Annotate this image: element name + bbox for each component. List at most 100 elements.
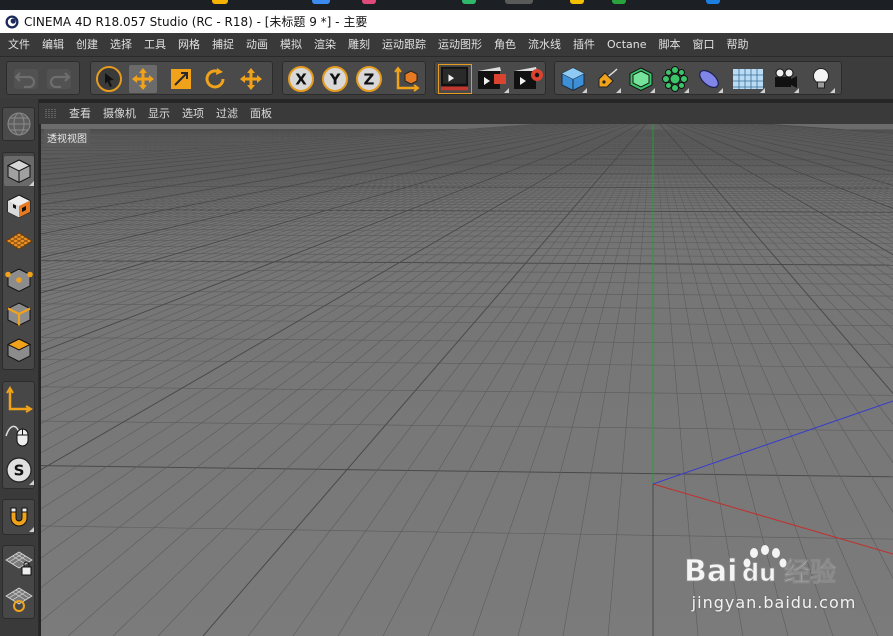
light-button[interactable]	[807, 65, 835, 93]
viewport-menu-panel[interactable]: 面板	[244, 103, 278, 124]
taskbar-app-icon[interactable]	[612, 0, 626, 4]
menu-script[interactable]: 脚本	[653, 33, 687, 57]
taskbar-app-icon[interactable]	[706, 0, 720, 4]
baidu-logo: Bai du 经验	[684, 545, 836, 589]
cube-object-button[interactable]	[559, 65, 587, 93]
viewport-menu-filter[interactable]: 过滤	[210, 103, 244, 124]
viewport-menubar: 查看 摄像机 显示 选项 过滤 面板	[39, 103, 893, 124]
menu-tools[interactable]: 工具	[138, 33, 172, 57]
menu-snap[interactable]: 捕捉	[206, 33, 240, 57]
sphere-wireframe-icon	[7, 112, 31, 136]
taskbar-app-icon-active[interactable]	[505, 0, 533, 4]
menu-simulate[interactable]: 模拟	[274, 33, 308, 57]
solo-button[interactable]: S	[4, 455, 34, 485]
menu-motion-tracking[interactable]: 运动跟踪	[376, 33, 432, 57]
menu-octane[interactable]: Octane	[601, 33, 653, 57]
scale-tool-button[interactable]	[167, 65, 195, 93]
render-view-button[interactable]	[438, 64, 472, 94]
menu-render[interactable]: 渲染	[308, 33, 342, 57]
texture-checker-icon	[7, 194, 31, 219]
spline-pen-button[interactable]	[593, 65, 621, 93]
texture-mode-button[interactable]	[4, 191, 34, 221]
redo-icon	[47, 69, 71, 89]
z-axis-label: Z	[364, 71, 375, 89]
enable-axis-button[interactable]	[4, 385, 34, 415]
viewport-menu-options[interactable]: 选项	[176, 103, 210, 124]
axis-icon	[6, 386, 33, 413]
grip-icon[interactable]	[45, 108, 57, 120]
menu-plugins[interactable]: 插件	[567, 33, 601, 57]
dropdown-indicator	[582, 88, 587, 93]
svg-text:S: S	[14, 462, 25, 480]
point-mode-button[interactable]	[4, 265, 34, 295]
edge-mode-button[interactable]	[4, 299, 34, 329]
coordinate-system-button[interactable]	[393, 65, 421, 93]
redo-button[interactable]	[45, 65, 73, 93]
menu-help[interactable]: 帮助	[721, 33, 755, 57]
menu-pipeline[interactable]: 流水线	[522, 33, 567, 57]
recent-tools-button[interactable]	[237, 65, 265, 93]
window-titlebar: CINEMA 4D R18.057 Studio (RC - R18) - [未…	[0, 10, 893, 33]
y-axis-label: Y	[329, 71, 342, 89]
render-settings-button[interactable]	[511, 65, 545, 93]
make-editable-group	[2, 107, 35, 141]
viewport-label[interactable]: 透视视图	[44, 129, 90, 146]
dropdown-indicator	[684, 88, 689, 93]
make-editable-button[interactable]	[4, 109, 34, 139]
move-tool-button[interactable]	[129, 65, 157, 93]
undo-button[interactable]	[12, 65, 40, 93]
camera-button[interactable]	[771, 65, 799, 93]
move-plus-icon	[240, 68, 262, 90]
transform-tools-group	[90, 61, 273, 95]
undo-redo-group	[6, 61, 80, 95]
cloner-button[interactable]	[661, 65, 689, 93]
workplane-mode-button[interactable]	[4, 227, 34, 257]
live-selection-button[interactable]	[95, 65, 123, 93]
window-title: CINEMA 4D R18.057 Studio (RC - R18) - [未…	[24, 15, 368, 29]
menu-animate[interactable]: 动画	[240, 33, 274, 57]
render-settings-icon	[514, 67, 543, 89]
model-mode-button[interactable]	[4, 156, 34, 186]
tweak-mode-button[interactable]	[4, 420, 34, 450]
menu-sculpt[interactable]: 雕刻	[342, 33, 376, 57]
menu-file[interactable]: 文件	[2, 33, 36, 57]
align-workplane-button[interactable]	[4, 584, 34, 614]
polygon-mode-button[interactable]	[4, 335, 34, 365]
menu-character[interactable]: 角色	[488, 33, 522, 57]
z-axis-lock-button[interactable]: Z	[355, 65, 383, 93]
svg-text:经验: 经验	[784, 557, 836, 588]
menu-edit[interactable]: 编辑	[36, 33, 70, 57]
snap-toggle-button[interactable]	[4, 502, 34, 532]
taskbar-app-icon[interactable]	[462, 0, 476, 4]
menu-mograph[interactable]: 运动图形	[432, 33, 488, 57]
menu-create[interactable]: 创建	[70, 33, 104, 57]
x-axis-label: X	[295, 71, 307, 89]
watermark-url: jingyan.baidu.com	[691, 593, 857, 612]
svg-text:Bai: Bai	[684, 554, 737, 589]
rotate-icon	[205, 68, 225, 89]
subdivision-surface-button[interactable]	[627, 65, 655, 93]
menu-mesh[interactable]: 网格	[172, 33, 206, 57]
taskbar-app-icon[interactable]	[312, 0, 330, 4]
menu-window[interactable]: 窗口	[687, 33, 721, 57]
viewport-menu-cameras[interactable]: 摄像机	[97, 103, 142, 124]
taskbar-app-icon[interactable]	[570, 0, 584, 4]
rotate-tool-button[interactable]	[201, 65, 229, 93]
dropdown-indicator	[29, 527, 34, 532]
deformer-button[interactable]	[695, 65, 723, 93]
axis-lock-group: X Y Z	[282, 61, 426, 95]
render-to-picture-viewer-button[interactable]	[475, 65, 509, 93]
menu-select[interactable]: 选择	[104, 33, 138, 57]
mode-palette: S	[0, 99, 39, 636]
lock-workplane-button[interactable]	[4, 548, 34, 578]
viewport-menu-display[interactable]: 显示	[142, 103, 176, 124]
taskbar-app-icon[interactable]	[212, 0, 228, 4]
taskbar-app-icon[interactable]	[362, 0, 376, 4]
x-axis-lock-button[interactable]: X	[287, 65, 315, 93]
floor-environment-button[interactable]	[731, 65, 765, 93]
viewport-menu-view[interactable]: 查看	[63, 103, 97, 124]
polygon-mode-icon	[6, 338, 32, 363]
y-axis-lock-button[interactable]: Y	[321, 65, 349, 93]
dropdown-indicator	[29, 181, 34, 186]
workplane-icon	[5, 232, 33, 250]
